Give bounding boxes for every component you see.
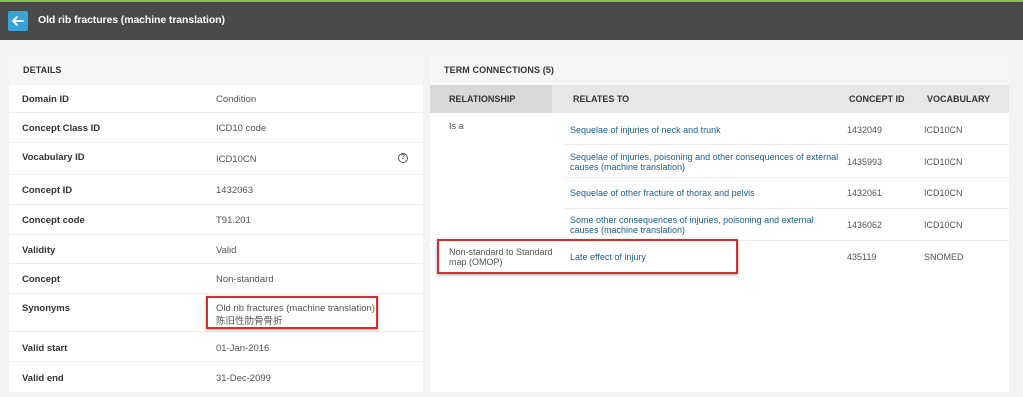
detail-value: ICD10 code [216, 123, 267, 134]
detail-key: Validity [22, 245, 56, 256]
detail-value: 1432063 [216, 185, 253, 196]
col-vocabulary[interactable]: VOCABULARY [927, 94, 990, 104]
table-row: Some other consequences of injuries, poi… [430, 209, 1009, 240]
detail-key: Concept ID [22, 185, 73, 196]
table-row: Sequelae of injuries, poisoning and othe… [430, 145, 1009, 178]
detail-row-valid-start: Valid start 01-Jan-2016 [9, 332, 423, 362]
table-row: Is a Sequelae of injuries of neck and tr… [430, 113, 1009, 145]
vocabulary-cell: ICD10CN [924, 220, 963, 230]
detail-row-concept-code: Concept code T91.201 [9, 205, 423, 235]
detail-key: Concept [22, 274, 60, 285]
detail-key: Concept code [22, 215, 85, 226]
detail-row-concept-id: Concept ID 1432063 [9, 175, 423, 205]
detail-value: 01-Jan-2016 [216, 343, 270, 354]
details-panel: DETAILS Domain ID Condition Concept Clas… [9, 55, 423, 392]
relates-to-link[interactable]: Some other consequences of injuries, poi… [570, 215, 840, 235]
detail-key: Vocabulary ID [22, 152, 85, 163]
detail-value: ICD10CN [216, 154, 257, 165]
detail-row-valid-end: Valid end 31-Dec-2099 [9, 362, 423, 392]
detail-value: 31-Dec-2099 [216, 373, 271, 384]
mapping-highlight-box [437, 239, 738, 274]
help-icon[interactable]: ? [398, 153, 408, 163]
relates-to-link[interactable]: Sequelae of injuries, poisoning and othe… [570, 152, 840, 172]
detail-value: Condition [216, 94, 257, 105]
connections-table-header: RELATIONSHIP RELATES TO CONCEPT ID VOCAB… [430, 85, 1009, 113]
relationship-cell: Is a [449, 121, 464, 131]
detail-value: Non-standard [216, 274, 274, 285]
concept-id-cell: 435119 [847, 252, 877, 262]
concept-id-cell: 1432061 [847, 188, 883, 198]
vocabulary-cell: SNOMED [924, 252, 964, 262]
relates-to-link[interactable]: Sequelae of other fracture of thorax and… [570, 188, 840, 198]
detail-value: Valid [216, 245, 237, 256]
detail-key: Valid end [22, 373, 64, 384]
detail-key: Domain ID [22, 94, 69, 105]
col-relationship[interactable]: RELATIONSHIP [449, 94, 515, 104]
detail-key: Concept Class ID [22, 123, 101, 134]
detail-row-vocabulary-id: Vocabulary ID ICD10CN ? [9, 143, 423, 175]
concept-id-cell: 1432049 [847, 125, 883, 135]
back-button[interactable] [8, 11, 28, 31]
concept-id-cell: 1435993 [847, 157, 883, 167]
detail-key: Synonyms [22, 303, 71, 314]
detail-value: T91.201 [216, 215, 251, 226]
page-title: Old rib fractures (machine translation) [38, 14, 225, 26]
detail-key: Valid start [22, 343, 68, 354]
detail-row-concept-class-id: Concept Class ID ICD10 code [9, 113, 423, 143]
synonym-highlight-box [206, 296, 378, 329]
col-relates-to[interactable]: RELATES TO [573, 94, 629, 104]
relates-to-link[interactable]: Sequelae of injuries of neck and trunk [570, 125, 840, 135]
details-heading: DETAILS [9, 55, 423, 85]
connections-heading: TERM CONNECTIONS (5) [430, 55, 1009, 85]
arrow-left-icon [12, 16, 24, 26]
vocabulary-cell: ICD10CN [924, 125, 963, 135]
vocabulary-cell: ICD10CN [924, 157, 963, 167]
table-row: Sequelae of other fracture of thorax and… [430, 178, 1009, 208]
detail-row-domain-id: Domain ID Condition [9, 85, 423, 113]
vocabulary-cell: ICD10CN [924, 188, 963, 198]
term-connections-panel: TERM CONNECTIONS (5) RELATIONSHIP RELATE… [430, 55, 1009, 392]
concept-id-cell: 1436062 [847, 220, 883, 230]
col-concept-id[interactable]: CONCEPT ID [849, 94, 905, 104]
detail-row-concept: Concept Non-standard [9, 264, 423, 294]
top-bar: Old rib fractures (machine translation) [0, 0, 1023, 40]
detail-row-validity: Validity Valid [9, 235, 423, 264]
